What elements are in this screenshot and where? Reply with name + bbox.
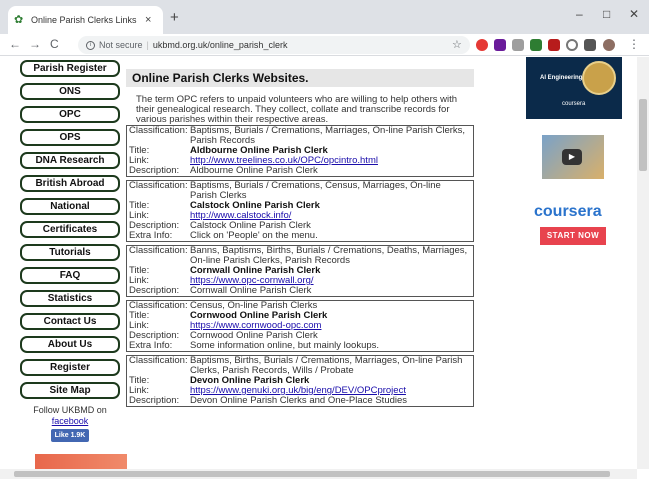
bookmark-star-icon[interactable]: ☆ — [452, 38, 462, 51]
university-seal-icon — [582, 61, 616, 95]
sidebar-nav: Parish Register ONS OPC OPS DNA Research Brit… — [20, 60, 120, 442]
back-button[interactable]: ← — [9, 37, 21, 51]
ad-brand-small: coursera — [562, 101, 586, 107]
extensions-puzzle-icon[interactable] — [584, 39, 596, 51]
web-page: Parish Register ONS OPC OPS DNA Research Brit… — [0, 57, 637, 469]
sidebar-item-ops[interactable]: OPS — [20, 129, 120, 146]
entry-label-description: Description: — [129, 285, 180, 296]
horizontal-scrollbar[interactable] — [0, 469, 637, 479]
sidebar-item-certificates[interactable]: Certificates — [20, 221, 120, 238]
entry-label-description: Description: — [129, 165, 180, 176]
entry-classification: Banns, Baptisms, Births, Burials / Crema… — [190, 245, 468, 266]
ad-badge-text: AI Engineering — [540, 75, 583, 81]
not-secure-label: Not secure — [99, 40, 143, 50]
scrollbar-thumb[interactable] — [639, 99, 647, 171]
sidebar-item-opc[interactable]: OPC — [20, 106, 120, 123]
extension-icon[interactable] — [512, 39, 524, 51]
play-icon[interactable]: ▶ — [562, 149, 582, 165]
opc-entry: Classification: Census, On-line Parish Cl… — [126, 300, 474, 352]
entry-label-classification: Classification: — [129, 180, 188, 191]
close-tab-icon[interactable]: × — [145, 14, 151, 26]
entry-row-classification: Classification: Banns, Baptisms, Births, … — [127, 246, 473, 266]
entry-label-description: Description: — [129, 395, 180, 406]
opc-entry: Classification: Banns, Baptisms, Births, … — [126, 245, 474, 297]
sidebar-item-parish-register[interactable]: Parish Register — [20, 60, 120, 77]
entry-classification: Baptisms, Burials / Cremations, Marriage… — [190, 125, 466, 146]
facebook-link[interactable]: facebook — [20, 416, 120, 427]
url-text[interactable]: ukbmd.org.uk/online_parish_clerk — [153, 40, 288, 50]
entry-row-classification: Classification: Baptisms, Burials / Crema… — [127, 181, 473, 201]
sidebar-item-national[interactable]: National — [20, 198, 120, 215]
ad-banner-top: AI Engineering coursera — [526, 57, 622, 119]
sidebar-item-british-abroad[interactable]: British Abroad — [20, 175, 120, 192]
sidebar-item-site-map[interactable]: Site Map — [20, 382, 120, 399]
sidebar-item-statistics[interactable]: Statistics — [20, 290, 120, 307]
browser-tab[interactable]: ✿ Online Parish Clerks Links UKBMD × — [8, 6, 163, 34]
profile-avatar[interactable] — [603, 39, 615, 51]
entry-description: Aldbourne Online Parish Clerk — [190, 165, 318, 176]
entry-row-title: Title: Calstock Online Parish Clerk — [127, 201, 473, 211]
maximize-window-button[interactable]: □ — [603, 7, 610, 21]
opc-entry: Classification: Baptisms, Burials / Crema… — [126, 125, 474, 177]
entry-row-classification: Classification: Baptisms, Births, Burials… — [127, 356, 473, 376]
entry-extra: Click on 'People' on the menu. — [190, 230, 318, 241]
sidebar-item-tutorials[interactable]: Tutorials — [20, 244, 120, 261]
extension-icon[interactable] — [566, 39, 578, 51]
sidebar-item-dna-research[interactable]: DNA Research — [20, 152, 120, 169]
entry-classification: Baptisms, Burials / Cremations, Census, … — [190, 180, 441, 201]
entry-description: Devon Online Parish Clerks and One-Place… — [190, 395, 408, 406]
coursera-logo: coursera — [534, 203, 602, 220]
main-content: Online Parish Clerks Websites. The term … — [126, 69, 474, 410]
entry-label-extra: Extra Info: — [129, 230, 173, 241]
entry-row-extra: Extra Info: Some information online, but … — [127, 341, 473, 351]
sidebar-item-about-us[interactable]: About Us — [20, 336, 120, 353]
site-favicon-icon: ✿ — [14, 14, 24, 26]
tab-title: Online Parish Clerks Links UKBMD — [31, 15, 139, 25]
extension-icon[interactable] — [530, 39, 542, 51]
entry-label-extra: Extra Info: — [129, 340, 173, 351]
opc-entry: Classification: Baptisms, Burials / Crema… — [126, 180, 474, 242]
sidebar-item-register[interactable]: Register — [20, 359, 120, 376]
entry-label-classification: Classification: — [129, 245, 188, 256]
intro-paragraph: The term OPC refers to unpaid volunteers… — [136, 94, 458, 125]
info-icon[interactable]: i — [86, 40, 95, 50]
opc-entry: Classification: Baptisms, Births, Burials… — [126, 355, 474, 407]
sidebar-ad-banner[interactable] — [35, 454, 127, 469]
sidebar-item-ons[interactable]: ONS — [20, 83, 120, 100]
close-window-button[interactable]: ✕ — [629, 7, 639, 21]
follow-text: Follow UKBMD on — [33, 405, 107, 415]
entry-description: Cornwall Online Parish Clerk — [190, 285, 312, 296]
browser-menu-icon[interactable]: ⋮ — [628, 37, 640, 51]
start-now-button[interactable]: START NOW — [540, 227, 606, 245]
url-separator: | — [146, 40, 149, 50]
extension-icon[interactable] — [494, 39, 506, 51]
entry-row-classification: Classification: Baptisms, Burials / Crema… — [127, 126, 473, 146]
pdf-extension-icon[interactable] — [548, 39, 560, 51]
entry-row-description: Description: Devon Online Parish Clerks a… — [127, 396, 473, 406]
entry-label-classification: Classification: — [129, 125, 188, 136]
facebook-like-button[interactable]: Like 1.9K — [50, 429, 90, 442]
entry-classification: Baptisms, Births, Burials / Cremations, … — [190, 355, 463, 376]
forward-button[interactable]: → — [29, 37, 41, 51]
browser-tab-strip: ✿ Online Parish Clerks Links UKBMD × + –… — [0, 0, 649, 34]
scrollbar-thumb[interactable] — [14, 471, 610, 477]
page-title: Online Parish Clerks Websites. — [126, 69, 474, 87]
entry-row-description: Description: Cornwall Online Parish Clerk — [127, 286, 473, 296]
entry-row-extra: Extra Info: Click on 'People' on the menu… — [127, 231, 473, 241]
sidebar-item-faq[interactable]: FAQ — [20, 267, 120, 284]
entry-label-classification: Classification: — [129, 355, 188, 366]
sidebar-item-contact-us[interactable]: Contact Us — [20, 313, 120, 330]
coursera-ad[interactable]: AI Engineering coursera ▶ coursera START… — [526, 57, 622, 262]
address-bar[interactable]: i Not secure | ukbmd.org.uk/online_paris… — [78, 36, 470, 54]
extension-icon[interactable] — [476, 39, 488, 51]
new-tab-button[interactable]: + — [170, 9, 179, 26]
minimize-window-button[interactable]: – — [576, 7, 583, 21]
entry-extra: Some information online, but mainly look… — [190, 340, 380, 351]
follow-section: Follow UKBMD on facebook Like 1.9K — [20, 405, 120, 442]
entry-row-description: Description: Aldbourne Online Parish Cler… — [127, 166, 473, 176]
browser-toolbar: ← → C i Not secure | ukbmd.org.uk/online… — [0, 34, 649, 56]
vertical-scrollbar[interactable] — [637, 57, 649, 469]
reload-button[interactable]: C — [50, 37, 59, 51]
